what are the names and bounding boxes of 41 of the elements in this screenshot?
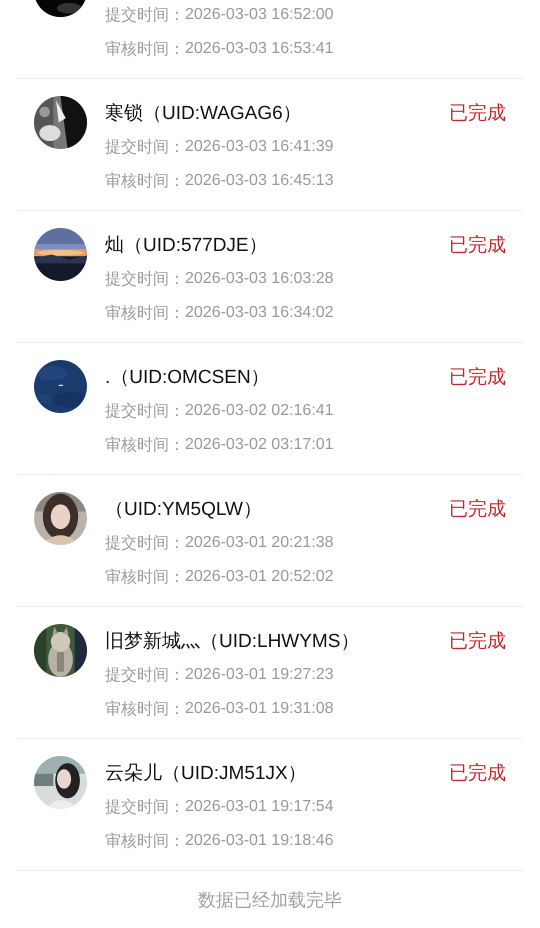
timestamp: 2026-03-01 19:27:23 — [185, 666, 334, 684]
user-name: （UID:YM5QLW） — [105, 498, 262, 522]
status-label: 已完成 — [449, 498, 506, 522]
field-label: 审核时间： — [105, 568, 185, 588]
status-label: 已完成 — [449, 234, 506, 258]
field-label: 提交时间： — [105, 138, 185, 158]
status-label: 已完成 — [449, 366, 506, 390]
field-label: 审核时间： — [105, 436, 185, 456]
field-label: 提交时间： — [105, 534, 185, 554]
timestamp: 2026-03-03 16:45:13 — [185, 172, 334, 190]
user-name: .（UID:OMCSEN） — [105, 366, 270, 390]
timestamp: 2026-03-01 19:17:54 — [185, 798, 334, 816]
timestamp: 2026-03-03 16:41:39 — [185, 138, 334, 156]
timestamp: 2026-03-01 19:18:46 — [185, 832, 334, 850]
timestamp: 2026-03-03 16:03:28 — [185, 270, 334, 288]
field-label: 审核时间： — [105, 40, 185, 60]
field-label: 提交时间： — [105, 798, 185, 818]
field-label: 提交时间： — [105, 6, 185, 26]
field-label: 提交时间： — [105, 666, 185, 686]
status-label: 已完成 — [449, 102, 506, 126]
status-label: 已完成 — [449, 630, 506, 654]
timestamp: 2026-03-01 19:31:08 — [185, 700, 334, 718]
status-label: 已完成 — [449, 762, 506, 786]
timestamp: 2026-03-02 03:17:01 — [185, 436, 334, 454]
timestamp: 2026-03-03 16:34:02 — [185, 304, 334, 322]
user-name: 寒锁（UID:WAGAG6） — [105, 102, 302, 126]
user-name: 灿（UID:577DJE） — [105, 234, 268, 258]
field-label: 审核时间： — [105, 832, 185, 852]
timestamp: 2026-03-01 20:21:38 — [185, 534, 334, 552]
field-label: 提交时间： — [105, 402, 185, 422]
user-name: 旧梦新城灬（UID:LHWYMS） — [105, 630, 360, 654]
field-label: 审核时间： — [105, 700, 185, 720]
end-of-list-message: 数据已经加载完毕 — [198, 889, 342, 912]
timestamp: 2026-03-02 02:16:41 — [185, 402, 334, 420]
user-name: 云朵儿（UID:JM51JX） — [105, 762, 307, 786]
field-label: 审核时间： — [105, 172, 185, 192]
field-label: 提交时间： — [105, 270, 185, 290]
timestamp: 2026-03-03 16:52:00 — [185, 6, 334, 24]
timestamp: 2026-03-01 20:52:02 — [185, 568, 334, 586]
timestamp: 2026-03-03 16:53:41 — [185, 40, 334, 58]
field-label: 审核时间： — [105, 304, 185, 324]
